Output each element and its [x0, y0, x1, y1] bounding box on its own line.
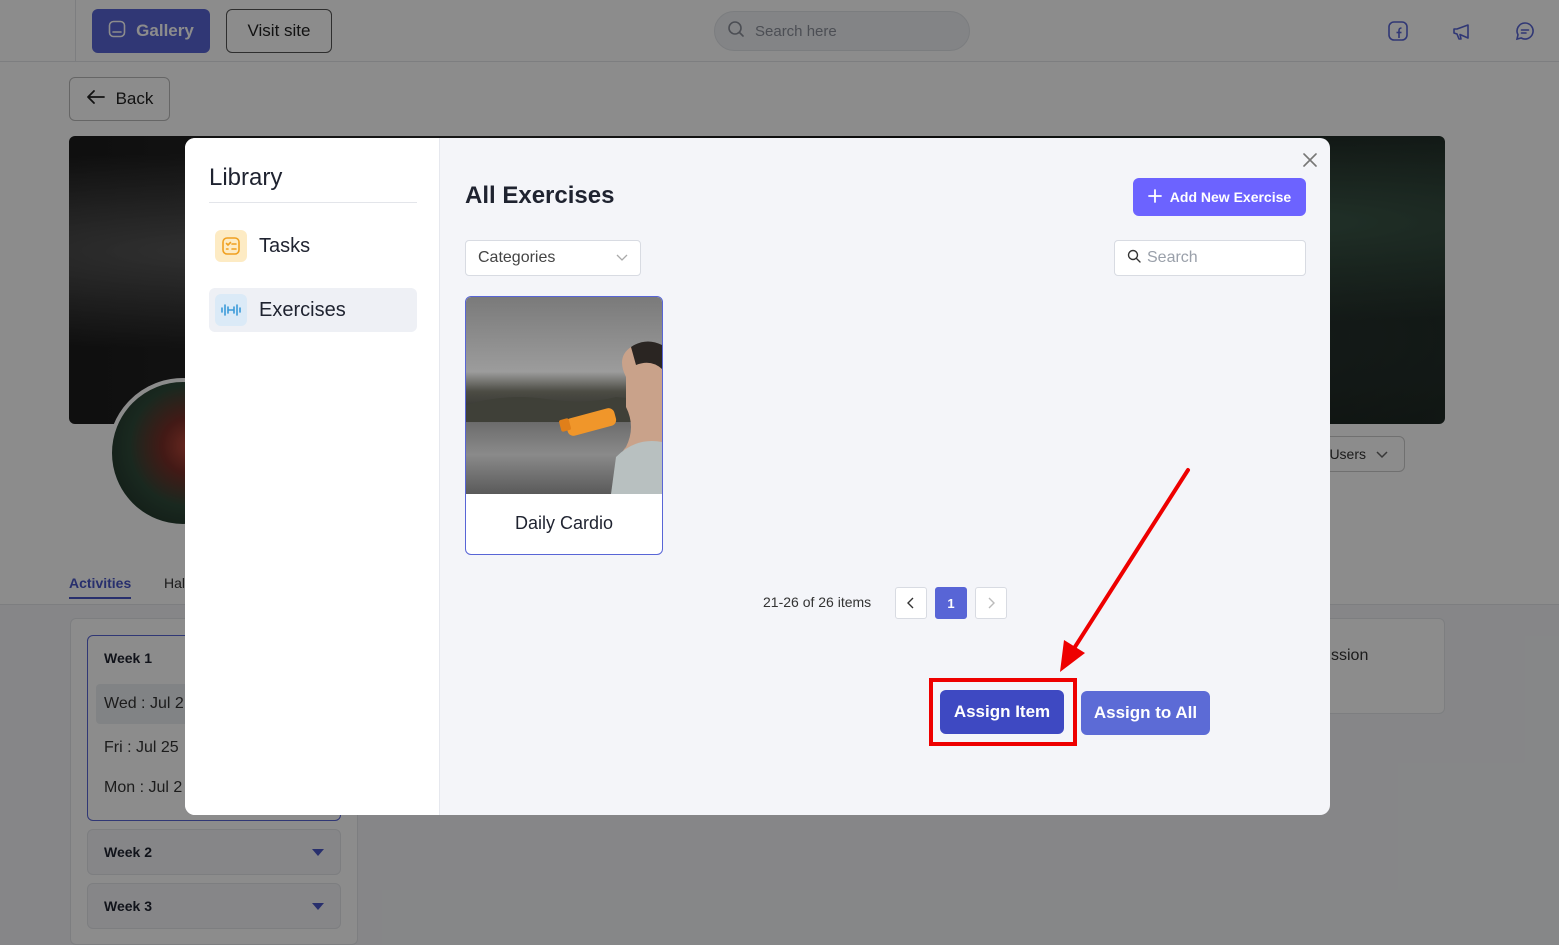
sidebar-item-exercises[interactable]: Exercises — [209, 288, 417, 332]
exercise-card-image — [466, 297, 662, 494]
categories-select[interactable]: Categories — [465, 240, 641, 276]
tasks-icon — [215, 230, 247, 262]
sidebar-item-label: Exercises — [259, 298, 346, 321]
library-title: Library — [209, 164, 283, 191]
search-icon — [1127, 249, 1141, 268]
next-page-button[interactable] — [975, 587, 1007, 619]
assign-to-all-button[interactable]: Assign to All — [1081, 691, 1210, 735]
add-new-exercise-button[interactable]: Add New Exercise — [1133, 178, 1306, 216]
page-button-1[interactable]: 1 — [935, 587, 967, 619]
plus-icon — [1147, 188, 1162, 206]
search-placeholder: Search — [1147, 249, 1198, 266]
prev-page-button[interactable] — [895, 587, 927, 619]
annotation-highlight-box — [929, 678, 1077, 746]
close-icon[interactable] — [1300, 150, 1320, 170]
exercise-card-title: Daily Cardio — [514, 513, 614, 533]
add-new-exercise-label: Add New Exercise — [1169, 189, 1292, 205]
library-sidebar: Library Tasks Exercises — [185, 138, 440, 815]
categories-select-value: Categories — [478, 249, 556, 266]
sidebar-item-label: Tasks — [259, 234, 311, 257]
divider — [209, 202, 417, 203]
dumbbell-icon — [215, 294, 247, 326]
page-title: All Exercises — [465, 182, 615, 209]
sidebar-item-tasks[interactable]: Tasks — [209, 224, 417, 268]
exercise-card[interactable]: Daily Cardio — [465, 296, 663, 555]
pagination-summary: 21-26 of 26 items — [763, 594, 872, 610]
chevron-down-icon — [616, 249, 628, 267]
library-modal: Library Tasks Exercises All Exercises Ad… — [185, 138, 1330, 815]
search-input[interactable]: Search — [1114, 240, 1306, 276]
